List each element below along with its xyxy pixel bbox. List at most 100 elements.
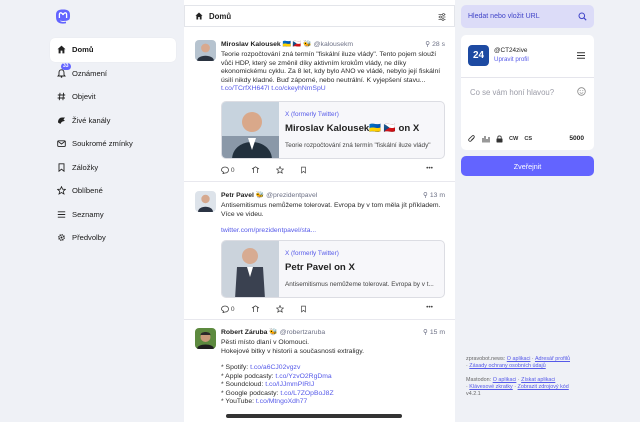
nav-item-explore[interactable]: Objevit xyxy=(50,85,176,109)
link-preview-card[interactable]: X (formerly Twitter) Miroslav Kalousek🇺🇦… xyxy=(221,101,445,159)
nav-item-lists[interactable]: Seznamy xyxy=(50,203,176,227)
boost-button[interactable] xyxy=(251,166,260,174)
link-preview-card[interactable]: X (formerly Twitter) Petr Pavel on X Ant… xyxy=(221,240,445,298)
status-link[interactable]: t.co/TCrfXH647l t.co/ckeyhNmSpU xyxy=(221,85,326,92)
status-link[interactable]: t.co/lJJmmPIRIJ xyxy=(265,381,314,388)
shortcuts-link[interactable]: Klávesové zkratky xyxy=(469,384,512,390)
card-source: X (formerly Twitter) xyxy=(285,250,339,257)
compose-textarea[interactable]: Co se vám honí hlavou? xyxy=(470,88,554,97)
main-navigation: Domů 33 Oznámení Objevit Živé kanály Sou… xyxy=(50,38,176,250)
list-icon xyxy=(57,210,66,219)
bookmark-button[interactable] xyxy=(300,166,307,174)
menu-icon[interactable] xyxy=(577,52,585,59)
nav-item-live-feeds[interactable]: Živé kanály xyxy=(50,109,176,133)
star-icon xyxy=(275,305,284,313)
favourite-button[interactable] xyxy=(275,166,284,174)
compose-account-handle: @CT24zive xyxy=(494,47,528,54)
privacy-link[interactable]: Zásady ochrany osobních údajů xyxy=(469,363,545,369)
nav-label: Oznámení xyxy=(72,68,108,78)
column-header[interactable]: Domů xyxy=(184,5,455,27)
status-link[interactable]: t.co/MtngoXdh77 xyxy=(256,398,307,405)
status-post[interactable]: Robert Záruba 🐝 @robertzaruba ⚲ 15 m Pěs… xyxy=(184,320,455,422)
bookmark-button[interactable] xyxy=(300,305,307,313)
home-icon xyxy=(195,12,203,20)
emoji-icon[interactable] xyxy=(577,87,586,96)
language-button[interactable]: CS xyxy=(524,136,532,142)
status-link[interactable]: t.co/YzvO2RgDma xyxy=(275,373,331,380)
home-icon xyxy=(57,45,66,54)
nav-label: Objevit xyxy=(72,92,96,102)
card-description: Antisemitismus nemůžeme tolerovat. Evrop… xyxy=(285,281,434,288)
display-name[interactable]: Robert Záruba xyxy=(221,329,267,336)
compose-avatar[interactable]: 24 xyxy=(468,45,489,66)
display-name[interactable]: Miroslav Kalousek xyxy=(221,41,281,48)
status-time[interactable]: ⚲ 28 s xyxy=(425,40,445,48)
status-post[interactable]: Miroslav Kalousek 🇺🇦 🇨🇿 🐝 @kalousekm ⚲ 2… xyxy=(184,36,455,182)
attach-media-icon[interactable] xyxy=(468,135,476,143)
display-name-emoji: 🐝 xyxy=(255,192,265,199)
reply-icon xyxy=(221,166,229,174)
card-thumbnail xyxy=(222,102,279,158)
mastodon-logo-icon[interactable] xyxy=(55,9,71,26)
status-meta: Robert Záruba 🐝 @robertzaruba ⚲ 15 m xyxy=(221,328,445,338)
content-warning-button[interactable]: CW xyxy=(509,136,518,142)
reply-button[interactable]: 0 xyxy=(221,305,235,313)
footer-mastodon: Mastodon xyxy=(466,377,490,383)
status-link[interactable]: twitter.com/prezidentpavel/sta... xyxy=(221,227,316,234)
status-actions: 0 ••• xyxy=(221,304,445,314)
nav-label: Záložky xyxy=(72,162,99,172)
horizontal-scrollbar[interactable] xyxy=(226,414,402,418)
notification-badge: 33 xyxy=(61,62,71,70)
status-actions: 0 ••• xyxy=(221,165,445,175)
source-code-link[interactable]: Zobrazit zdrojový kód xyxy=(518,384,569,390)
gear-icon xyxy=(57,233,66,242)
edit-profile-link[interactable]: Upravit profil xyxy=(494,56,529,63)
get-app-link[interactable]: Získat aplikaci xyxy=(521,377,555,383)
card-description: Teorie rozpočtování zná termín "fiskální… xyxy=(285,142,431,149)
reply-button[interactable]: 0 xyxy=(221,166,235,174)
poll-icon[interactable] xyxy=(482,135,490,143)
account-handle[interactable]: @kalousekm xyxy=(314,41,353,48)
display-name-emoji: 🇺🇦 🇨🇿 🐝 xyxy=(282,41,312,48)
account-handle[interactable]: @robertzaruba xyxy=(280,329,325,336)
status-link[interactable]: t.co/L7ZOpBoJ8Z xyxy=(280,390,333,397)
more-options-icon[interactable]: ••• xyxy=(426,165,433,172)
avatar[interactable] xyxy=(195,40,216,61)
status-time[interactable]: ⚲ 15 m xyxy=(423,328,445,336)
nav-item-private-mentions[interactable]: Soukromé zmínky xyxy=(50,132,176,156)
avatar[interactable] xyxy=(195,191,216,212)
status-post[interactable]: Petr Pavel 🐝 @prezidentpavel ⚲ 13 m Anti… xyxy=(184,182,455,320)
nav-item-notifications[interactable]: 33 Oznámení xyxy=(50,62,176,86)
account-handle[interactable]: @prezidentpavel xyxy=(266,192,317,199)
avatar[interactable] xyxy=(195,328,216,349)
about-link[interactable]: O aplikaci xyxy=(507,356,531,362)
bell-icon xyxy=(57,69,66,78)
status-content: Antisemitismus nemůžeme tolerovat. Evrop… xyxy=(221,202,441,234)
nav-label: Domů xyxy=(72,45,94,55)
search-input[interactable]: Hledat nebo vložit URL xyxy=(461,5,594,28)
nav-item-bookmarks[interactable]: Záložky xyxy=(50,156,176,180)
nav-item-favourites[interactable]: Oblíbené xyxy=(50,179,176,203)
boost-button[interactable] xyxy=(251,305,260,313)
compose-divider xyxy=(461,77,594,78)
lock-icon[interactable] xyxy=(496,135,503,143)
status-link[interactable]: t.co/a6CJ02vgzv xyxy=(250,364,300,371)
compose-form: 24 @CT24zive Upravit profil Co se vám ho… xyxy=(461,35,594,150)
directory-link[interactable]: Adresář profilů xyxy=(535,356,570,362)
envelope-icon xyxy=(57,139,66,148)
mastodon-about-link[interactable]: O aplikaci xyxy=(493,377,517,383)
column-settings-icon[interactable] xyxy=(438,13,446,21)
favourite-button[interactable] xyxy=(275,305,284,313)
nav-item-home[interactable]: Domů xyxy=(50,38,176,62)
more-options-icon[interactable]: ••• xyxy=(426,304,433,311)
globe-icon: ⚲ xyxy=(423,192,430,199)
star-icon xyxy=(57,186,66,196)
display-name[interactable]: Petr Pavel xyxy=(221,192,254,199)
footer-links: zpravobot.news: O aplikaci · Adresář pro… xyxy=(466,356,596,398)
status-content: Pěsti místo dlaní v Olomouci. Hokejové b… xyxy=(221,339,365,405)
search-icon[interactable] xyxy=(578,12,587,21)
nav-label: Seznamy xyxy=(72,209,104,219)
status-time[interactable]: ⚲ 13 m xyxy=(423,191,445,199)
nav-item-preferences[interactable]: Předvolby xyxy=(50,226,176,250)
publish-button[interactable]: Zveřejnit xyxy=(461,156,594,176)
